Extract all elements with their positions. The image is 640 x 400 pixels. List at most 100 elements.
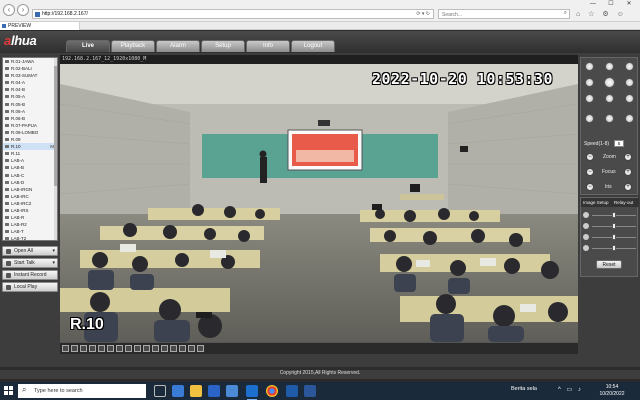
layout-36-icon[interactable] (116, 345, 123, 352)
tab-relay-out[interactable]: Relay-out (614, 200, 633, 205)
fluency-icon[interactable] (188, 345, 195, 352)
weather-widget[interactable]: Berita sela (511, 386, 537, 392)
ptz-right-icon[interactable] (625, 78, 634, 87)
channel-item[interactable]: R.09 (3, 136, 57, 143)
zoom-in-button[interactable]: + (624, 153, 632, 161)
browser-tab[interactable]: PREVIEW (0, 22, 80, 30)
ptz-center-icon[interactable] (604, 77, 615, 88)
windows-start-button[interactable] (4, 386, 14, 396)
ptz-down-right-icon[interactable] (625, 94, 634, 103)
channel-item[interactable]: LAB-T (3, 228, 57, 235)
outlook-icon[interactable] (286, 385, 298, 397)
edge-icon[interactable] (172, 385, 184, 397)
channel-item[interactable]: LAB-R (3, 214, 57, 221)
chevron-down-icon[interactable]: ▾ (52, 247, 55, 256)
channel-item[interactable]: LAB-IRS (3, 207, 57, 214)
tab-alarm[interactable]: Alarm (156, 40, 200, 52)
channel-item[interactable]: R.11 (3, 150, 57, 157)
zoom-out-button[interactable]: − (586, 153, 594, 161)
tab-image-setup[interactable]: Image Setup (583, 200, 609, 205)
live-video[interactable]: 2022-10-20 10:53:30 R.10 (60, 64, 578, 342)
layout-1-icon[interactable] (71, 345, 78, 352)
store-icon[interactable] (208, 385, 220, 397)
channel-item[interactable]: R.05-B (3, 101, 57, 108)
channel-list-scrollbar[interactable] (54, 58, 57, 240)
fullscreen-icon[interactable] (62, 345, 69, 352)
channel-item[interactable]: R.06-A (3, 108, 57, 115)
channel-item[interactable]: R.04-A (3, 79, 57, 86)
slider-thumb[interactable] (612, 212, 616, 218)
channel-item[interactable]: R.06-B (3, 115, 57, 122)
channel-item[interactable]: R.01-JAWA (3, 58, 57, 65)
layout-16-icon[interactable] (98, 345, 105, 352)
channel-item[interactable]: LAB-IRC (3, 193, 57, 200)
layout-9-icon[interactable] (89, 345, 96, 352)
layout-25-icon[interactable] (107, 345, 114, 352)
channel-item[interactable]: R.04-B (3, 86, 57, 93)
focus-far-button[interactable]: + (624, 168, 632, 176)
browser-toolbar-icons[interactable]: ⌂ ☆ ⚙ ☺ (576, 10, 627, 18)
start-talk-button[interactable]: Start Talk ▾ (2, 258, 58, 268)
word-icon[interactable] (304, 385, 316, 397)
mail-icon[interactable] (226, 385, 238, 397)
ptz-left-icon[interactable] (585, 78, 594, 87)
instant-record-button[interactable]: Instant Record (2, 270, 58, 280)
ptz-tour-icon[interactable] (605, 114, 614, 123)
ptz-preset-icon[interactable] (585, 114, 594, 123)
zoom-icon[interactable] (152, 345, 159, 352)
channel-item[interactable]: R.02-BALI (3, 65, 57, 72)
audio-icon[interactable] (161, 345, 168, 352)
ptz-down-left-icon[interactable] (585, 94, 594, 103)
chrome-icon[interactable] (266, 385, 278, 397)
file-explorer-icon[interactable] (190, 385, 202, 397)
ptz-down-icon[interactable] (605, 94, 614, 103)
channel-item[interactable]: R.03-SUMAT (3, 72, 57, 79)
refresh-icon[interactable]: ⟳ ▾ ↻ (416, 11, 430, 17)
channel-item[interactable]: LAB-IRC2 (3, 200, 57, 207)
internet-explorer-icon[interactable] (246, 385, 258, 400)
record-icon[interactable] (143, 345, 150, 352)
tab-info[interactable]: Info (246, 40, 290, 52)
browser-search[interactable]: ⌕ (438, 9, 570, 19)
channel-item[interactable]: LAB-B (3, 164, 57, 171)
close-button[interactable]: ✕ (620, 0, 638, 8)
slider-thumb[interactable] (612, 223, 616, 229)
taskbar-search[interactable]: ⌕ Type here to search (18, 384, 146, 398)
reset-button[interactable]: Reset (596, 260, 622, 269)
stream-icon[interactable] (179, 345, 186, 352)
iris-open-button[interactable]: + (624, 183, 632, 191)
ptz-up-right-icon[interactable] (625, 62, 634, 71)
snapshot-icon[interactable] (134, 345, 141, 352)
tab-playback[interactable]: Playback (111, 40, 155, 52)
slider-thumb[interactable] (612, 245, 616, 251)
channel-item[interactable]: R.05-A (3, 93, 57, 100)
channel-item[interactable]: LAB-A (3, 157, 57, 164)
minimize-button[interactable]: — (584, 0, 602, 8)
ptz-up-left-icon[interactable] (585, 62, 594, 71)
close-all-icon[interactable] (197, 345, 204, 352)
forward-button[interactable]: › (17, 4, 29, 16)
channel-item[interactable]: LAB-T2 (3, 235, 57, 240)
channel-list[interactable]: R.01-JAWA R.02-BALI R.03-SUMAT R.04-A R.04-B… (2, 57, 58, 241)
slider-thumb[interactable] (612, 234, 616, 240)
layout-4-icon[interactable] (80, 345, 87, 352)
iris-close-button[interactable]: − (586, 183, 594, 191)
address-bar[interactable]: http://192.168.2.167/ ⟳ ▾ ↻ (32, 9, 434, 19)
tab-live[interactable]: Live (66, 40, 110, 52)
channel-item[interactable]: LAB-C (3, 172, 57, 179)
back-button[interactable]: ‹ (3, 4, 15, 16)
tab-setup[interactable]: Setup (201, 40, 245, 52)
channel-item[interactable]: LAB-IRGN (3, 186, 57, 193)
search-icon[interactable]: ⌕ (564, 10, 567, 17)
task-view-icon[interactable] (154, 385, 166, 397)
ptz-pattern-icon[interactable] (625, 114, 634, 123)
channel-item[interactable]: R.08-LOMBO (3, 129, 57, 136)
tab-logout[interactable]: Logout (291, 40, 335, 52)
open-all-button[interactable]: Open All ▾ (2, 246, 58, 256)
speed-select[interactable]: 5 (614, 140, 624, 147)
scrollbar-thumb[interactable] (54, 66, 57, 186)
chevron-down-icon[interactable]: ▾ (52, 259, 55, 268)
layout-64-icon[interactable] (125, 345, 132, 352)
focus-near-button[interactable]: − (586, 168, 594, 176)
channel-item[interactable]: R.07-PAPUA (3, 122, 57, 129)
